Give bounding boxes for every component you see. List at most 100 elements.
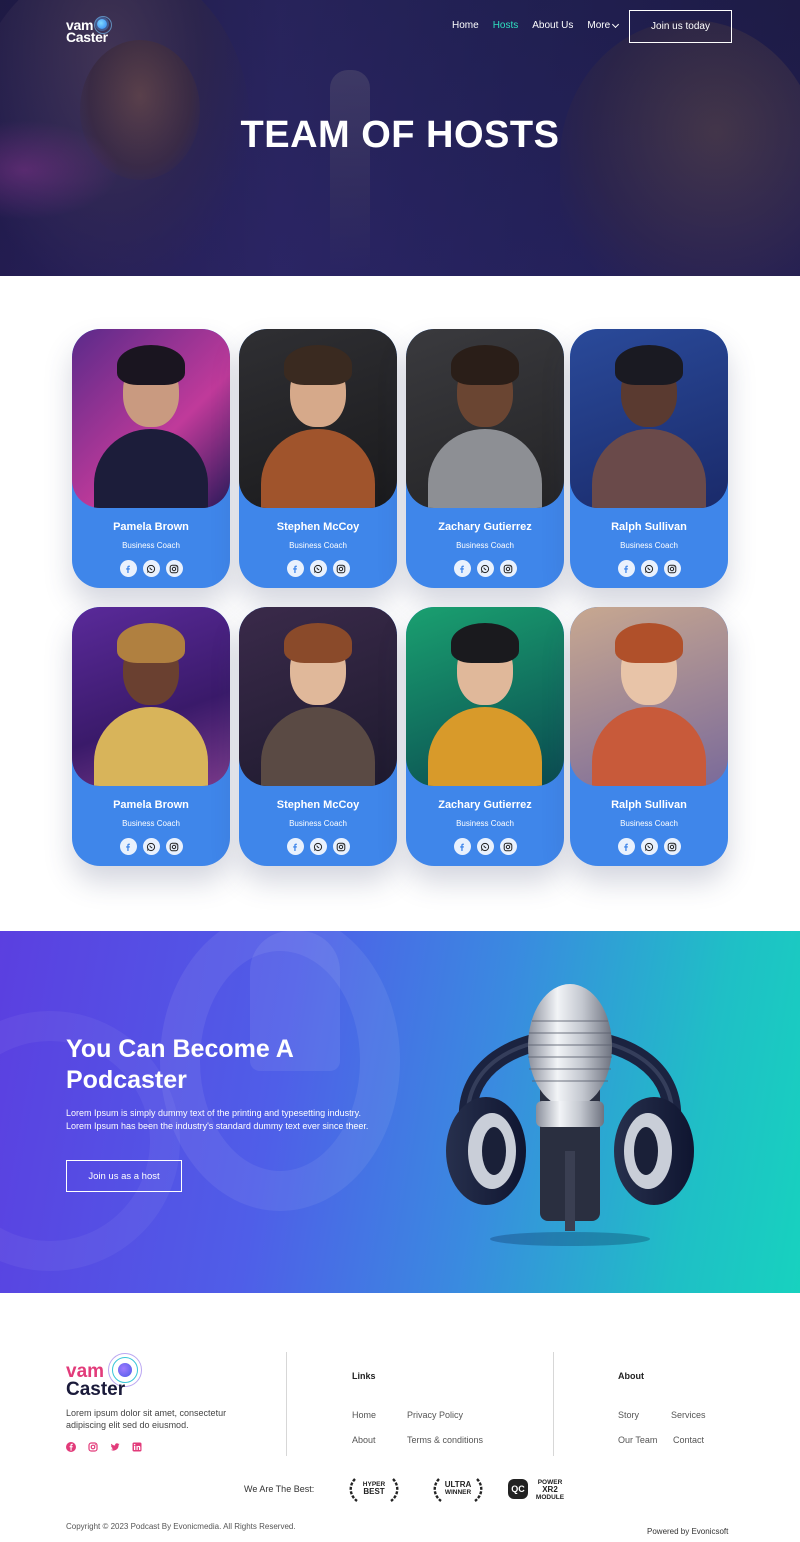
host-social-links bbox=[239, 560, 397, 577]
whatsapp-icon[interactable] bbox=[476, 838, 494, 855]
instagram-icon[interactable] bbox=[332, 838, 350, 855]
facebook-icon[interactable] bbox=[286, 838, 304, 855]
instagram-icon[interactable] bbox=[165, 838, 183, 855]
host-photo bbox=[570, 329, 728, 508]
host-name: Zachary Gutierrez bbox=[438, 521, 532, 533]
instagram-icon[interactable] bbox=[499, 560, 517, 577]
footer-link-story[interactable]: Story bbox=[618, 1410, 639, 1420]
facebook-icon[interactable] bbox=[453, 560, 471, 577]
footer-logo-line2: Caster bbox=[66, 1379, 126, 1400]
host-role: Business Coach bbox=[122, 819, 180, 828]
footer-link-privacy-policy[interactable]: Privacy Policy bbox=[407, 1410, 463, 1420]
host-social-links bbox=[72, 838, 230, 855]
copyright: Copyright © 2023 Podcast By Evonicmedia.… bbox=[66, 1522, 296, 1531]
host-name: Pamela Brown bbox=[113, 521, 189, 533]
host-role: Business Coach bbox=[289, 541, 347, 550]
footer-description: Lorem ipsum dolor sit amet, consectetur … bbox=[66, 1408, 227, 1430]
host-card[interactable]: Ralph Sullivan Business Coach bbox=[570, 607, 728, 866]
chevron-down-icon bbox=[612, 20, 620, 29]
facebook-icon[interactable] bbox=[453, 838, 471, 855]
join-as-host-button[interactable]: Join us as a host bbox=[66, 1160, 182, 1192]
facebook-icon[interactable] bbox=[66, 1442, 76, 1452]
twitter-icon[interactable] bbox=[110, 1442, 120, 1452]
host-social-links bbox=[406, 560, 564, 577]
host-card[interactable]: Stephen McCoy Business Coach bbox=[239, 607, 397, 866]
footer-link-services[interactable]: Services bbox=[671, 1410, 706, 1420]
whatsapp-icon[interactable] bbox=[640, 560, 658, 577]
whatsapp-icon[interactable] bbox=[476, 560, 494, 577]
host-name: Zachary Gutierrez bbox=[438, 799, 532, 811]
host-photo bbox=[72, 607, 230, 786]
site-logo[interactable]: vam Caster bbox=[66, 14, 126, 45]
host-photo bbox=[239, 607, 397, 786]
facebook-icon[interactable] bbox=[286, 560, 304, 577]
host-photo bbox=[570, 607, 728, 786]
host-role: Business Coach bbox=[456, 541, 514, 550]
host-card[interactable]: Ralph Sullivan Business Coach bbox=[570, 329, 728, 588]
nav-about-us[interactable]: About Us bbox=[532, 19, 573, 33]
footer-divider bbox=[286, 1352, 287, 1456]
host-card[interactable]: Pamela Brown Business Coach bbox=[72, 607, 230, 866]
award-badge-ultra: ULTRA WINNER bbox=[431, 1475, 485, 1503]
facebook-icon[interactable] bbox=[119, 838, 137, 855]
host-name: Ralph Sullivan bbox=[611, 521, 687, 533]
nav-more[interactable]: More bbox=[587, 19, 620, 33]
facebook-icon[interactable] bbox=[119, 560, 137, 577]
badge-line: BEST bbox=[363, 1486, 385, 1496]
host-card[interactable]: Zachary Gutierrez Business Coach bbox=[406, 329, 564, 588]
hero-banner: vam Caster Home Hosts About Us More Join… bbox=[0, 0, 800, 276]
host-role: Business Coach bbox=[620, 541, 678, 550]
footer-link-home[interactable]: Home bbox=[352, 1410, 376, 1420]
host-name: Stephen McCoy bbox=[276, 799, 360, 811]
whatsapp-icon[interactable] bbox=[142, 838, 160, 855]
award-badge-hyper-best: HYPER BEST bbox=[347, 1475, 401, 1503]
cta-description: Lorem Ipsum is simply dummy text of the … bbox=[66, 1108, 369, 1131]
nav-hosts[interactable]: Hosts bbox=[493, 19, 519, 33]
badge-line: XR2 bbox=[542, 1485, 558, 1494]
facebook-icon[interactable] bbox=[617, 560, 635, 577]
host-photo bbox=[72, 329, 230, 508]
badge-line: MODULE bbox=[535, 1494, 565, 1501]
host-social-links bbox=[72, 560, 230, 577]
footer-logo[interactable]: vam Caster bbox=[66, 1353, 156, 1401]
host-social-links bbox=[239, 838, 397, 855]
power-module-badge: POWER XR2 MODULE bbox=[532, 1479, 568, 1501]
instagram-icon[interactable] bbox=[88, 1442, 98, 1452]
host-role: Business Coach bbox=[289, 819, 347, 828]
host-card[interactable]: Stephen McCoy Business Coach bbox=[239, 329, 397, 588]
instagram-icon[interactable] bbox=[663, 838, 681, 855]
logo-dot-icon bbox=[97, 19, 107, 29]
whatsapp-icon[interactable] bbox=[309, 560, 327, 577]
badge-line: WINNER bbox=[444, 1488, 472, 1496]
qc-badge: QC bbox=[508, 1479, 528, 1499]
page-title: TEAM OF HOSTS bbox=[240, 114, 560, 156]
instagram-icon[interactable] bbox=[332, 560, 350, 577]
host-name: Ralph Sullivan bbox=[611, 799, 687, 811]
whatsapp-icon[interactable] bbox=[142, 560, 160, 577]
instagram-icon[interactable] bbox=[499, 838, 517, 855]
footer-link-terms[interactable]: Terms & conditions bbox=[407, 1435, 483, 1445]
instagram-icon[interactable] bbox=[165, 560, 183, 577]
nav-home[interactable]: Home bbox=[452, 19, 479, 33]
whatsapp-icon[interactable] bbox=[640, 838, 658, 855]
join-us-today-button[interactable]: Join us today bbox=[629, 10, 732, 43]
whatsapp-icon[interactable] bbox=[309, 838, 327, 855]
headphones-microphone-image bbox=[446, 984, 694, 1246]
host-name: Stephen McCoy bbox=[276, 521, 360, 533]
awards-label: We Are The Best: bbox=[244, 1484, 315, 1494]
host-social-links bbox=[570, 838, 728, 855]
linkedin-icon[interactable] bbox=[132, 1442, 142, 1452]
host-card[interactable]: Zachary Gutierrez Business Coach bbox=[406, 607, 564, 866]
become-podcaster-section: You Can Become A Podcaster Lorem Ipsum i… bbox=[0, 931, 800, 1293]
footer-social-links bbox=[66, 1442, 142, 1452]
host-role: Business Coach bbox=[456, 819, 514, 828]
facebook-icon[interactable] bbox=[617, 838, 635, 855]
host-role: Business Coach bbox=[620, 819, 678, 828]
footer-link-about[interactable]: About bbox=[352, 1435, 376, 1445]
host-social-links bbox=[570, 560, 728, 577]
footer-about-heading: About bbox=[618, 1371, 644, 1381]
instagram-icon[interactable] bbox=[663, 560, 681, 577]
footer-link-contact[interactable]: Contact bbox=[673, 1435, 704, 1445]
footer-link-our-team[interactable]: Our Team bbox=[618, 1435, 657, 1445]
host-card[interactable]: Pamela Brown Business Coach bbox=[72, 329, 230, 588]
